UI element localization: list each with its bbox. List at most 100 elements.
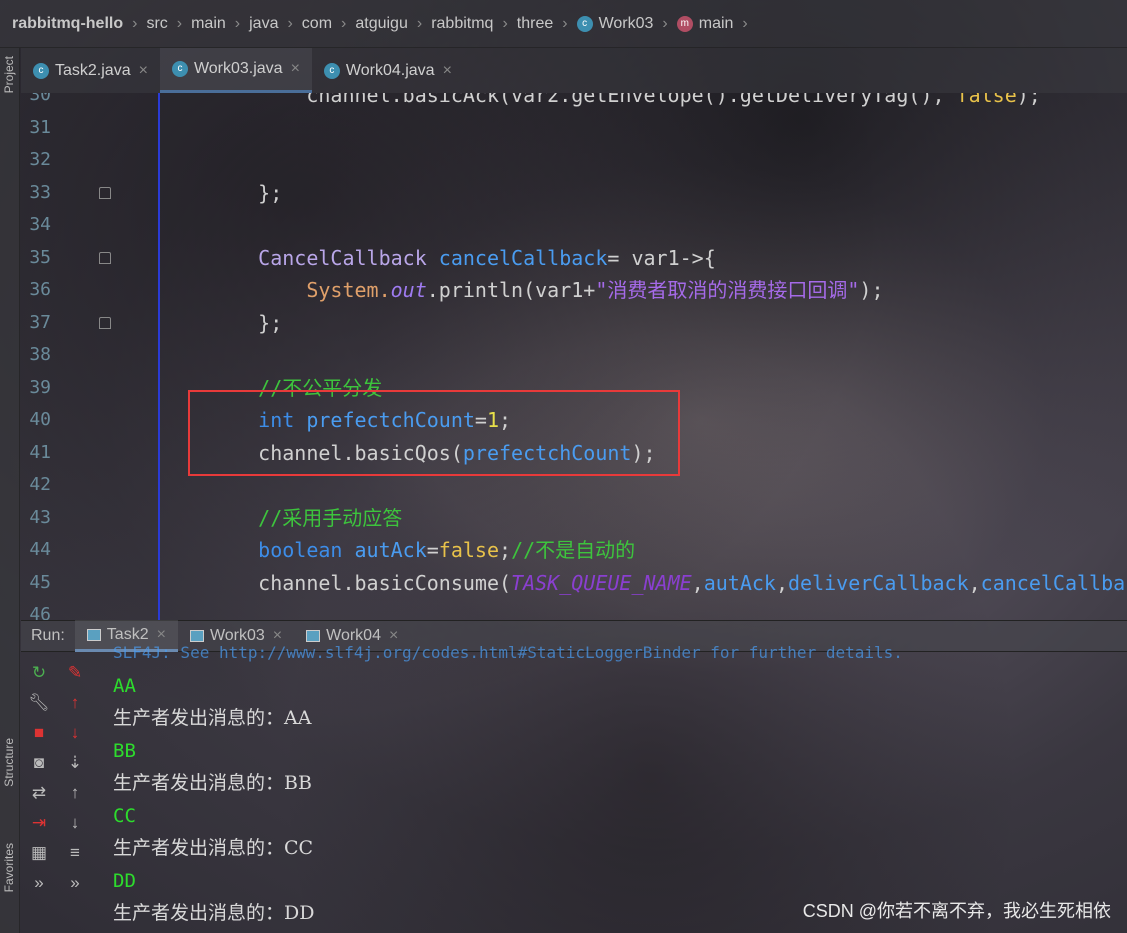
breadcrumb-label: com bbox=[301, 14, 333, 32]
code-token: ); bbox=[859, 278, 884, 302]
project-tool-button[interactable]: Project bbox=[2, 56, 16, 93]
more-icon[interactable]: » bbox=[34, 873, 43, 893]
line-number: 39 bbox=[29, 376, 51, 398]
console-icon bbox=[86, 628, 101, 641]
java-class-icon: c bbox=[33, 62, 49, 79]
breadcrumb-label: main bbox=[698, 14, 734, 32]
close-icon[interactable]: × bbox=[443, 62, 452, 80]
fold-marker-icon[interactable] bbox=[99, 316, 111, 329]
tab-label: Work03.java bbox=[193, 60, 283, 77]
editor-tab[interactable]: c Work04.java × bbox=[312, 48, 464, 93]
layout-icon[interactable]: ▦ bbox=[31, 843, 47, 863]
console-output[interactable]: SLF4J: See http://www.slf4j.org/codes.ht… bbox=[113, 637, 903, 930]
code-token: deliverCallback bbox=[788, 570, 969, 595]
code-token: autAck bbox=[703, 570, 776, 595]
line-number: 40 bbox=[29, 409, 51, 430]
breadcrumb-item[interactable]: atguigu bbox=[355, 15, 408, 33]
code-token: = var1->{ bbox=[607, 245, 716, 270]
code-token: //不是自动的 bbox=[511, 538, 636, 562]
console-line: BB bbox=[113, 739, 136, 762]
code-token: , bbox=[691, 570, 704, 595]
method-icon: m bbox=[676, 15, 693, 32]
line-number: 35 bbox=[29, 246, 51, 268]
camera-icon[interactable]: ◙ bbox=[34, 753, 44, 773]
code-line: 37 }; bbox=[21, 307, 1127, 339]
clear-icon[interactable]: ✎ bbox=[68, 663, 82, 683]
chevron-right-icon: › bbox=[287, 14, 293, 32]
scroll-down-icon[interactable]: ↓ bbox=[71, 813, 80, 833]
chevron-right-icon: › bbox=[502, 14, 508, 32]
code-line: 33 }; bbox=[21, 177, 1127, 209]
code-token: false bbox=[438, 538, 500, 562]
line-number: 41 bbox=[29, 441, 51, 463]
line-number: 32 bbox=[29, 149, 51, 170]
close-icon[interactable]: × bbox=[291, 60, 300, 78]
exit-icon[interactable]: ⇥ bbox=[32, 813, 46, 833]
down-red-icon[interactable]: ↓ bbox=[71, 723, 80, 743]
code-line: 32 bbox=[21, 144, 1127, 176]
more-icon[interactable]: » bbox=[70, 873, 79, 893]
fold-marker-icon[interactable] bbox=[99, 251, 111, 264]
run-panel: Run: Task2 × Work03 × Work04 × ↻ 🔧︎ ■ ◙ ⇄ ⇥ ▦… bbox=[21, 620, 1127, 933]
code-text: }; bbox=[210, 177, 282, 209]
stop-icon[interactable]: ■ bbox=[34, 723, 44, 743]
breadcrumb-item[interactable]: java bbox=[249, 15, 278, 33]
console-line: SLF4J: See http://www.slf4j.org/codes.ht… bbox=[113, 643, 903, 662]
sort-icon[interactable]: ⇣ bbox=[68, 753, 82, 773]
editor-tab[interactable]: c Task2.java × bbox=[21, 48, 160, 93]
watermark: CSDN @你若不离不弃，我必生死相依 bbox=[802, 901, 1111, 921]
restore-layout-icon[interactable]: ⇄ bbox=[32, 783, 46, 803]
code-token: , bbox=[775, 570, 788, 595]
code-token: boolean bbox=[210, 538, 355, 562]
fold-marker-icon[interactable] bbox=[99, 186, 111, 199]
code-editor[interactable]: 30 channel.basicAck(var2.getEnvelope().g… bbox=[21, 93, 1127, 620]
chevron-right-icon: › bbox=[562, 14, 568, 32]
chevron-right-icon: › bbox=[662, 14, 668, 32]
code-line: 34 bbox=[21, 209, 1127, 241]
breadcrumb-item[interactable]: rabbitmq-hello bbox=[12, 15, 123, 33]
editor-tabs: c Task2.java × c Work03.java × c Work04.java × bbox=[21, 48, 1127, 93]
breadcrumb-item[interactable]: com bbox=[302, 15, 332, 33]
breadcrumb: rabbitmq-hello › src › main › java › com › atguigu… bbox=[0, 0, 1127, 48]
code-token: }; bbox=[210, 180, 283, 205]
line-number: 30 bbox=[29, 93, 51, 105]
structure-tool-button[interactable]: Structure bbox=[2, 738, 16, 787]
breadcrumb-item[interactable]: src bbox=[146, 15, 167, 33]
line-number: 37 bbox=[29, 311, 51, 333]
close-icon[interactable]: × bbox=[139, 62, 148, 80]
java-class-icon: c bbox=[171, 61, 188, 77]
code-line: 31 bbox=[21, 112, 1127, 144]
console-line: DD bbox=[113, 869, 136, 892]
code-line: 36 System.out.println(var1+"消费者取消的消费接口回调… bbox=[21, 274, 1127, 306]
line-number: 34 bbox=[29, 214, 51, 235]
code-text: channel.basicAck(var2.getEnvelope().getD… bbox=[210, 93, 1041, 111]
breadcrumb-item[interactable]: main bbox=[191, 15, 226, 33]
highlight-annotation-box bbox=[188, 390, 680, 476]
favorites-tool-button[interactable]: Favorites bbox=[2, 843, 16, 892]
wrench-icon[interactable]: 🔧︎ bbox=[28, 693, 50, 713]
editor-tab[interactable]: c Work03.java × bbox=[159, 48, 312, 93]
breadcrumb-item[interactable]: rabbitmq bbox=[431, 15, 493, 33]
code-token: ); bbox=[1016, 93, 1041, 107]
soft-wrap-icon[interactable]: ≡ bbox=[70, 843, 80, 863]
breadcrumb-item[interactable]: m main bbox=[676, 14, 734, 33]
rerun-icon[interactable]: ↻ bbox=[32, 663, 46, 683]
code-token: TASK_QUEUE_NAME bbox=[511, 570, 692, 595]
code-text: CancelCallback cancelCallback= var1->{ bbox=[210, 242, 716, 274]
code-line: 43 //采用手动应答 bbox=[21, 502, 1127, 534]
breadcrumb-item[interactable]: three bbox=[517, 15, 553, 33]
code-token: //采用手动应答 bbox=[210, 505, 403, 530]
code-token: cancelCallback bbox=[438, 245, 608, 270]
scroll-up-icon[interactable]: ↑ bbox=[71, 783, 80, 803]
code-token: autAck bbox=[354, 538, 427, 562]
up-red-icon[interactable]: ↑ bbox=[71, 693, 80, 713]
breadcrumb-item[interactable]: c Work03 bbox=[576, 15, 653, 33]
code-text: channel.basicConsume(TASK_QUEUE_NAME,aut… bbox=[210, 567, 1127, 599]
breadcrumb-label: java bbox=[249, 14, 279, 32]
code-line: 38 bbox=[21, 339, 1127, 371]
line-number: 36 bbox=[29, 279, 51, 300]
code-token: .println(var1+ bbox=[426, 278, 596, 302]
code-token: ; bbox=[499, 538, 512, 562]
code-token: = bbox=[426, 538, 439, 562]
code-token: cancelCallback bbox=[980, 570, 1127, 595]
